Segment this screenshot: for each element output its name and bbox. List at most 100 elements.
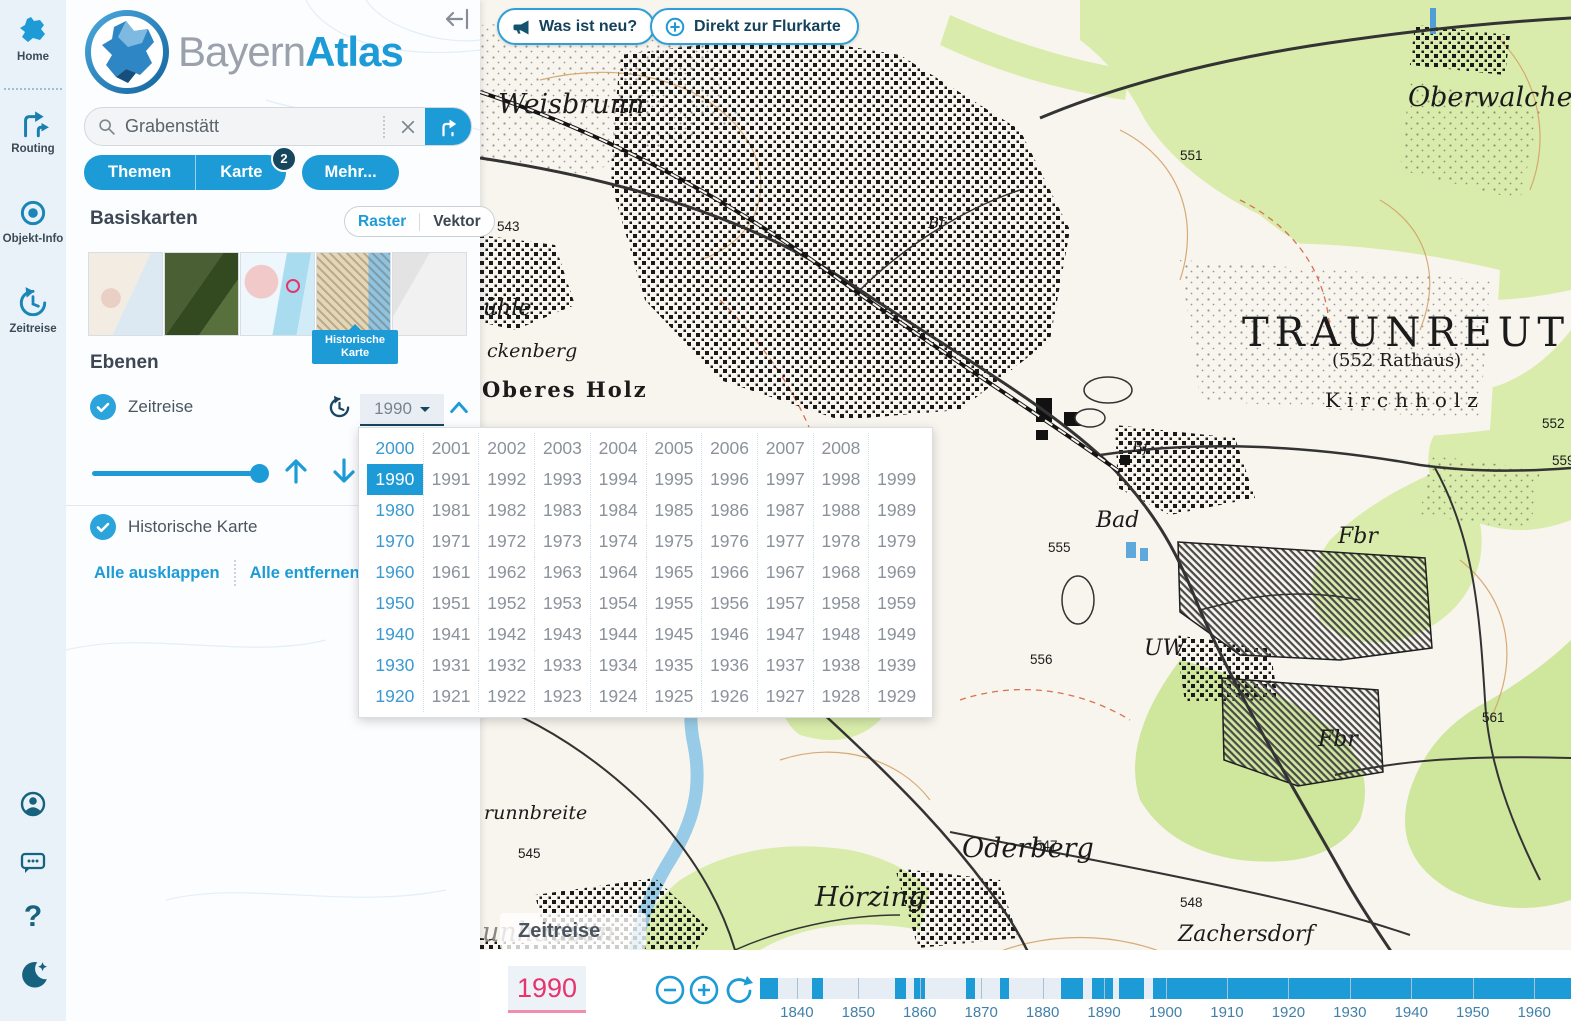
- year-option[interactable]: 1924: [590, 681, 646, 712]
- toggle-vektor[interactable]: Vektor: [419, 213, 493, 231]
- year-option[interactable]: 1950: [367, 588, 423, 619]
- year-option[interactable]: 1939: [868, 650, 924, 681]
- search-clear-button[interactable]: [391, 118, 425, 136]
- year-option[interactable]: 1951: [423, 588, 479, 619]
- whats-new-button[interactable]: Was ist neu?: [497, 8, 655, 45]
- opacity-slider-knob[interactable]: [250, 464, 269, 483]
- year-option[interactable]: 1962: [478, 557, 534, 588]
- rail-item-feedback[interactable]: [0, 846, 66, 878]
- timeline-zoom-out-button[interactable]: [654, 974, 686, 1006]
- timeline-reset-button[interactable]: [722, 974, 754, 1006]
- year-option[interactable]: 1940: [367, 619, 423, 650]
- year-option[interactable]: 1971: [423, 526, 479, 557]
- year-option[interactable]: 1948: [813, 619, 869, 650]
- year-option[interactable]: 1996: [701, 464, 757, 495]
- rail-item-objekt-info[interactable]: Objekt-Info: [0, 196, 66, 245]
- year-option[interactable]: 1976: [701, 526, 757, 557]
- tab-mehr[interactable]: Mehr...: [302, 155, 398, 190]
- year-option[interactable]: 2003: [534, 433, 590, 464]
- year-option[interactable]: 1955: [646, 588, 702, 619]
- year-option[interactable]: 1958: [813, 588, 869, 619]
- year-option[interactable]: 1970: [367, 526, 423, 557]
- year-option[interactable]: 1964: [590, 557, 646, 588]
- year-option[interactable]: 1968: [813, 557, 869, 588]
- collapse-layer-chevron[interactable]: [448, 399, 470, 420]
- rail-item-zeitreise[interactable]: Zeitreise: [0, 286, 66, 335]
- year-option[interactable]: 1973: [534, 526, 590, 557]
- search-routing-button[interactable]: [425, 108, 471, 145]
- year-option[interactable]: 1925: [646, 681, 702, 712]
- year-option[interactable]: 1979: [868, 526, 924, 557]
- rail-item-dark-mode[interactable]: [0, 958, 66, 992]
- year-option[interactable]: 1952: [478, 588, 534, 619]
- year-option[interactable]: 1936: [701, 650, 757, 681]
- rail-item-home[interactable]: Home: [0, 16, 66, 63]
- year-option[interactable]: 1987: [757, 495, 813, 526]
- year-option[interactable]: 1937: [757, 650, 813, 681]
- year-option[interactable]: 1960: [367, 557, 423, 588]
- year-option[interactable]: 1927: [757, 681, 813, 712]
- rail-item-routing[interactable]: Routing: [0, 106, 66, 155]
- year-option[interactable]: 1983: [534, 495, 590, 526]
- year-option[interactable]: 1921: [423, 681, 479, 712]
- basemap-thumb-light-map[interactable]: [88, 252, 163, 336]
- year-option[interactable]: 1993: [534, 464, 590, 495]
- opacity-slider[interactable]: [92, 471, 260, 476]
- year-option[interactable]: 1942: [478, 619, 534, 650]
- year-option[interactable]: 1947: [757, 619, 813, 650]
- year-option[interactable]: 1963: [534, 557, 590, 588]
- year-option[interactable]: 1941: [423, 619, 479, 650]
- year-option[interactable]: 2002: [478, 433, 534, 464]
- move-layer-down-button[interactable]: [330, 456, 358, 491]
- year-option[interactable]: 1933: [534, 650, 590, 681]
- expand-all-link[interactable]: Alle ausklappen: [94, 564, 220, 583]
- move-layer-up-button[interactable]: [282, 456, 310, 491]
- year-option[interactable]: 1922: [478, 681, 534, 712]
- year-option[interactable]: 1931: [423, 650, 479, 681]
- year-option[interactable]: 1994: [590, 464, 646, 495]
- year-option[interactable]: 1934: [590, 650, 646, 681]
- year-option[interactable]: 1923: [534, 681, 590, 712]
- year-option[interactable]: 1949: [868, 619, 924, 650]
- timeline-track[interactable]: 1840185018601870188018901900191019201930…: [760, 978, 1571, 999]
- year-option[interactable]: 1966: [701, 557, 757, 588]
- year-option[interactable]: 1969: [868, 557, 924, 588]
- year-option[interactable]: 1990: [367, 464, 423, 495]
- year-option[interactable]: 1999: [868, 464, 924, 495]
- year-option[interactable]: 1959: [868, 588, 924, 619]
- year-option[interactable]: 1975: [646, 526, 702, 557]
- flurkarte-button[interactable]: Direkt zur Flurkarte: [650, 8, 859, 45]
- basemap-thumb-gray-map[interactable]: [392, 252, 467, 336]
- panel-collapse-button[interactable]: [444, 6, 472, 32]
- historische-karte-checkbox[interactable]: [90, 514, 116, 540]
- year-option[interactable]: 1995: [646, 464, 702, 495]
- year-option[interactable]: 1977: [757, 526, 813, 557]
- year-option[interactable]: 1985: [646, 495, 702, 526]
- search-input[interactable]: [117, 115, 377, 138]
- year-option[interactable]: 1992: [478, 464, 534, 495]
- zeitreise-checkbox[interactable]: [90, 394, 116, 420]
- year-option[interactable]: 1989: [868, 495, 924, 526]
- year-option[interactable]: 1954: [590, 588, 646, 619]
- year-option[interactable]: 1956: [701, 588, 757, 619]
- timeline-zoom-in-button[interactable]: [688, 974, 720, 1006]
- year-option[interactable]: 1986: [701, 495, 757, 526]
- year-option[interactable]: 1944: [590, 619, 646, 650]
- year-option[interactable]: 1928: [813, 681, 869, 712]
- year-option[interactable]: 2006: [701, 433, 757, 464]
- year-option[interactable]: 1932: [478, 650, 534, 681]
- year-option[interactable]: 1929: [868, 681, 924, 712]
- year-option[interactable]: 1965: [646, 557, 702, 588]
- zeitreise-panel-header[interactable]: Zeitreise: [500, 913, 646, 950]
- year-option[interactable]: 2008: [813, 433, 869, 464]
- basemap-thumb-standard-map[interactable]: [240, 252, 315, 336]
- year-option[interactable]: 1945: [646, 619, 702, 650]
- year-option[interactable]: 1938: [813, 650, 869, 681]
- layer-time-travel-icon[interactable]: [327, 395, 352, 425]
- year-option[interactable]: 1972: [478, 526, 534, 557]
- year-option[interactable]: 1981: [423, 495, 479, 526]
- basemap-thumb-aerial[interactable]: [164, 252, 239, 336]
- year-option[interactable]: 1935: [646, 650, 702, 681]
- year-option[interactable]: 1943: [534, 619, 590, 650]
- year-option[interactable]: 1967: [757, 557, 813, 588]
